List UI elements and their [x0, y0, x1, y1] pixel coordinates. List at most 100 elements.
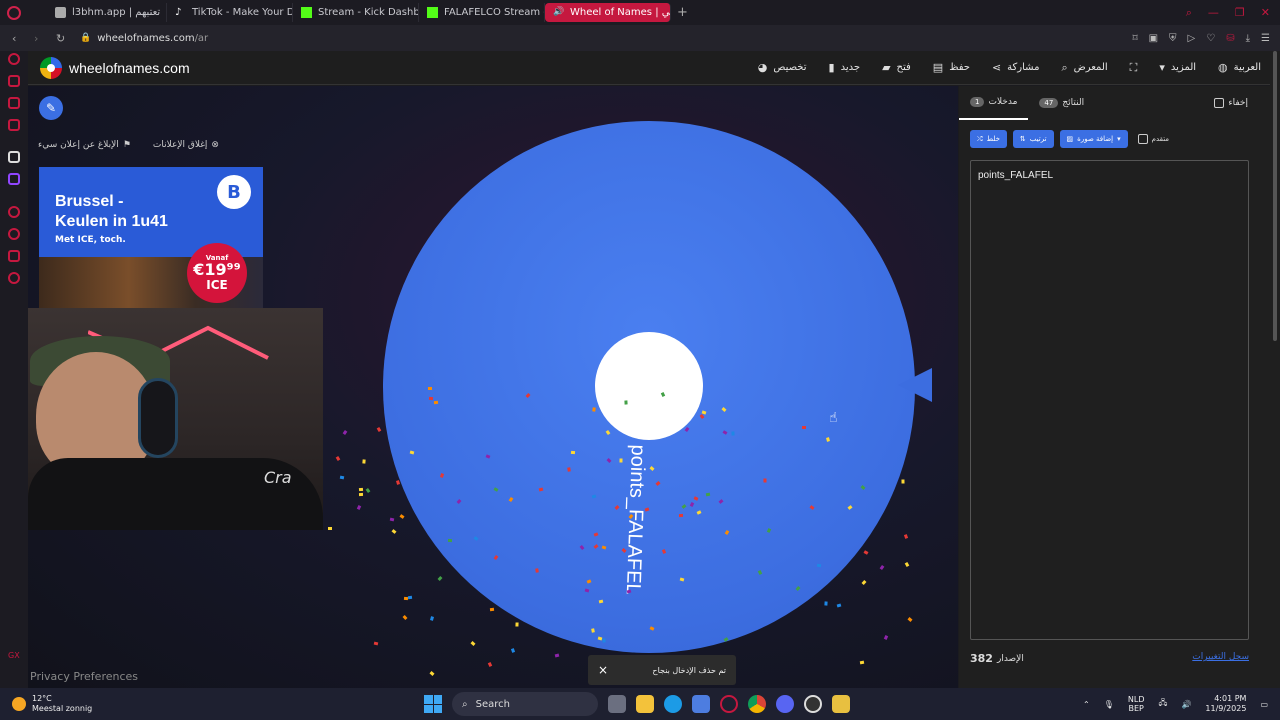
confetti-piece — [554, 653, 559, 657]
microphone-icon[interactable]: 🎙 — [1104, 700, 1114, 709]
play-icon[interactable]: ▷ — [1188, 33, 1196, 44]
open-button[interactable]: ▰ فتح — [871, 61, 922, 75]
customize-button[interactable]: ◕ تخصيص — [747, 61, 818, 75]
wheel-logo-icon[interactable] — [40, 56, 62, 79]
history-icon[interactable] — [8, 228, 20, 240]
advertisement[interactable]: Brussel - Keulen in 1u41 Met ICE, toch. … — [39, 167, 263, 309]
extensions-icon[interactable] — [8, 250, 20, 262]
changelog-link[interactable]: سجل التغييرات — [1192, 652, 1249, 665]
weather-widget[interactable]: 12°C Meestal zonnig — [12, 694, 312, 714]
entries-textarea[interactable]: points_FALAFEL — [970, 160, 1249, 640]
network-icon[interactable]: 🖧 — [1159, 697, 1168, 711]
lang-top: NLD — [1127, 695, 1145, 704]
search-icon: ⌕ — [1061, 60, 1068, 74]
snapshot-icon[interactable]: ▣ — [1149, 33, 1158, 44]
back-icon[interactable]: ‹ — [12, 32, 22, 45]
shuffle-label: خلط — [986, 135, 1000, 143]
privacy-preferences-link[interactable]: Privacy Preferences — [30, 670, 138, 683]
wheel-segment[interactable]: points_FALAFEL — [383, 121, 915, 653]
store-icon[interactable] — [692, 695, 710, 713]
task-view-icon[interactable] — [608, 695, 626, 713]
wheel-hub[interactable] — [595, 332, 703, 440]
tab-results[interactable]: 47 النتائج — [1028, 86, 1095, 120]
chevron-up-icon[interactable]: ⌃ — [1083, 700, 1090, 709]
more-button[interactable]: ▾ المزيد — [1148, 61, 1207, 75]
player-icon[interactable] — [8, 206, 20, 218]
tab-kick-dashboard[interactable]: Stream - Kick Dashboard — [293, 3, 419, 22]
taskbar-search[interactable]: ⌕ Search — [452, 692, 598, 716]
settings-icon[interactable] — [8, 272, 20, 284]
share-button[interactable]: ⋖ مشاركة — [981, 61, 1051, 75]
site-title[interactable]: wheelofnames.com — [69, 60, 190, 76]
tab-label: Stream - Kick Dashboard — [318, 7, 418, 18]
bookmark-icon[interactable]: ⌑ — [1132, 33, 1137, 44]
volume-icon[interactable]: 🔊 — [1181, 700, 1191, 709]
tab-falafelco-stream[interactable]: FALAFELCO Stream - Wat — [419, 3, 545, 22]
clock[interactable]: 4:01 PM 11/9/2025 — [1205, 694, 1246, 714]
opera-gx-icon[interactable] — [720, 695, 738, 713]
bag-icon[interactable] — [8, 75, 20, 87]
gallery-button[interactable]: ⌕ المعرض — [1050, 61, 1118, 75]
shuffle-button[interactable]: ⤮ خلط — [970, 130, 1007, 148]
language-indicator[interactable]: NLD BEP — [1128, 695, 1145, 713]
opera-logo-icon[interactable] — [7, 5, 21, 20]
chrome-icon[interactable] — [748, 695, 766, 713]
minimize-icon[interactable]: — — [1208, 6, 1219, 20]
fullscreen-button[interactable]: ⛶ — [1119, 61, 1149, 75]
shield-icon[interactable]: ⛨ — [1169, 33, 1177, 44]
palette-icon: ◕ — [757, 61, 768, 74]
hide-checkbox[interactable]: إخفاء — [1214, 98, 1248, 108]
edit-wheel-button[interactable]: ✎ — [39, 96, 63, 120]
language-button[interactable]: ◍ العربية — [1207, 61, 1272, 75]
heart-icon[interactable]: ♡ — [1206, 33, 1215, 44]
report-ad-link[interactable]: الإبلاغ عن إعلان سيء ⚑ — [38, 140, 131, 150]
language-label: العربية — [1233, 62, 1261, 73]
add-image-button[interactable]: ▨ إضافة صورة ▾ — [1059, 130, 1128, 148]
edge-icon[interactable] — [664, 695, 682, 713]
twitch-sidebar-icon[interactable] — [8, 173, 20, 185]
toast-close-button[interactable]: × — [598, 663, 608, 677]
caret-down-icon: ▾ — [1117, 135, 1121, 143]
tab-tiktok[interactable]: ♪ TikTok - Make Your Day — [167, 3, 293, 22]
maximize-icon[interactable]: ❐ — [1235, 6, 1245, 20]
wheel[interactable]: points_FALAFEL — [383, 121, 915, 653]
taskbar-apps: ⌕ Search — [424, 692, 850, 716]
sort-label: ترتيب — [1029, 135, 1047, 143]
forward-icon[interactable]: › — [34, 32, 44, 45]
headset — [138, 378, 178, 458]
twitch-icon[interactable] — [8, 97, 20, 109]
menu-icon[interactable]: ☰ — [1261, 33, 1270, 44]
speaker-icon[interactable]: 🔊 — [553, 7, 564, 18]
wallet-icon[interactable]: ⛁ — [1226, 33, 1234, 44]
close-ads-link[interactable]: إغلاق الإعلانات ⊗ — [153, 140, 219, 150]
mail-icon[interactable] — [8, 119, 20, 131]
confetti-piece — [802, 425, 807, 429]
close-icon[interactable]: ✕ — [1261, 6, 1270, 20]
tab-entries[interactable]: 1 مدخلات — [959, 86, 1029, 120]
discord-icon[interactable] — [776, 695, 794, 713]
confetti-piece — [597, 636, 603, 640]
advanced-checkbox[interactable]: متقدم — [1137, 134, 1169, 144]
ad-controls: الإبلاغ عن إعلان سيء ⚑ إغلاق الإعلانات ⊗ — [38, 140, 219, 150]
scroll-thumb[interactable] — [1273, 51, 1277, 341]
new-tab-button[interactable]: + — [677, 5, 688, 20]
kick-sidebar-icon[interactable] — [8, 151, 20, 163]
download-icon[interactable]: ⤓ — [1246, 33, 1250, 44]
notification-icon[interactable]: ▭ — [1260, 700, 1268, 709]
ai-icon[interactable] — [8, 53, 20, 65]
save-button[interactable]: ▤ حفظ — [922, 61, 981, 75]
pencil-icon: ✎ — [45, 101, 57, 115]
url-field[interactable]: 🔒 wheelofnames.com/ar — [80, 33, 208, 44]
obs-icon[interactable] — [804, 695, 822, 713]
search-tabs-icon[interactable]: ⌕ — [1186, 6, 1192, 20]
tab-l3bhm[interactable]: l3bhm.app | تعتبهم — [47, 3, 167, 22]
tab-results-label: النتائج — [1062, 98, 1085, 108]
start-icon[interactable] — [424, 695, 442, 713]
page-scrollbar[interactable] — [1270, 51, 1280, 688]
sort-button[interactable]: ⇅ ترتيب — [1012, 130, 1054, 148]
new-button[interactable]: ▮ جديد — [818, 61, 872, 75]
file-explorer-icon[interactable] — [636, 695, 654, 713]
app-icon[interactable] — [832, 695, 850, 713]
reload-icon[interactable]: ↻ — [56, 32, 66, 45]
tab-wheel-of-names[interactable]: 🔊 Wheel of Names | الي — [545, 3, 671, 22]
